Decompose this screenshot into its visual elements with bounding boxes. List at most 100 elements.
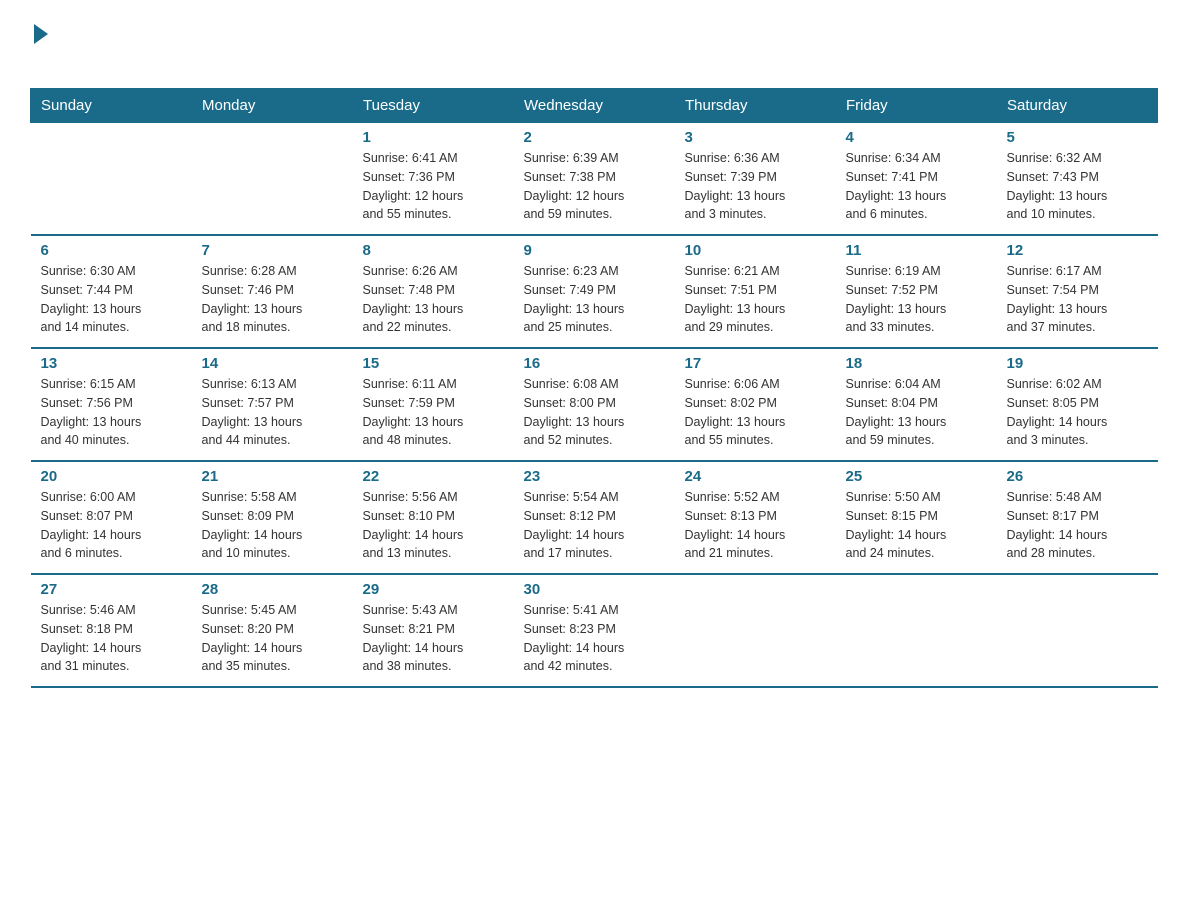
calendar-cell: 25Sunrise: 5:50 AMSunset: 8:15 PMDayligh… bbox=[836, 461, 997, 574]
calendar-cell: 9 Sunrise: 6:23 AMSunset: 7:49 PMDaylight… bbox=[514, 235, 675, 348]
day-of-week-header: Wednesday bbox=[514, 89, 675, 123]
day-info: Sunrise: 6:41 AMSunset: 7:36 PMDaylight:… bbox=[363, 149, 504, 224]
calendar-table: SundayMondayTuesdayWednesdayThursdayFrid… bbox=[30, 88, 1158, 688]
day-number: 12 bbox=[1007, 242, 1148, 259]
day-number: 21 bbox=[202, 468, 343, 485]
calendar-cell: 13 Sunrise: 6:15 AMSunset: 7:56 PMDayligh… bbox=[31, 348, 192, 461]
day-info: Sunrise: 6:30 AMSunset: 7:44 PMDaylight:… bbox=[41, 262, 182, 337]
calendar-cell: 6 Sunrise: 6:30 AMSunset: 7:44 PMDaylight… bbox=[31, 235, 192, 348]
calendar-cell: 26 Sunrise: 5:48 AMSunset: 8:17 PMDayligh… bbox=[997, 461, 1158, 574]
day-of-week-header: Thursday bbox=[675, 89, 836, 123]
calendar-week-row: 20 Sunrise: 6:00 AMSunset: 8:07 PMDayligh… bbox=[31, 461, 1158, 574]
day-info: Sunrise: 6:19 AMSunset: 7:52 PMDaylight:… bbox=[846, 262, 987, 337]
day-of-week-header: Tuesday bbox=[353, 89, 514, 123]
calendar-cell: 27 Sunrise: 5:46 AMSunset: 8:18 PMDayligh… bbox=[31, 574, 192, 687]
calendar-cell: 12 Sunrise: 6:17 AMSunset: 7:54 PMDayligh… bbox=[997, 235, 1158, 348]
calendar-cell bbox=[836, 574, 997, 687]
day-info: Sunrise: 6:39 AMSunset: 7:38 PMDaylight:… bbox=[524, 149, 665, 224]
day-number: 7 bbox=[202, 242, 343, 259]
day-number: 3 bbox=[685, 129, 826, 146]
day-info: Sunrise: 6:17 AMSunset: 7:54 PMDaylight:… bbox=[1007, 262, 1148, 337]
logo: General bbox=[30, 20, 134, 72]
day-number: 2 bbox=[524, 129, 665, 146]
day-number: 15 bbox=[363, 355, 504, 372]
day-of-week-header: Sunday bbox=[31, 89, 192, 123]
day-info: Sunrise: 5:54 AMSunset: 8:12 PMDaylight:… bbox=[524, 488, 665, 563]
day-number: 30 bbox=[524, 581, 665, 598]
day-number: 9 bbox=[524, 242, 665, 259]
day-info: Sunrise: 6:32 AMSunset: 7:43 PMDaylight:… bbox=[1007, 149, 1148, 224]
day-info: Sunrise: 5:45 AMSunset: 8:20 PMDaylight:… bbox=[202, 601, 343, 676]
page-header: General bbox=[30, 20, 1158, 72]
day-info: Sunrise: 6:28 AMSunset: 7:46 PMDaylight:… bbox=[202, 262, 343, 337]
calendar-cell: 7 Sunrise: 6:28 AMSunset: 7:46 PMDaylight… bbox=[192, 235, 353, 348]
day-info: Sunrise: 6:02 AMSunset: 8:05 PMDaylight:… bbox=[1007, 375, 1148, 450]
day-number: 22 bbox=[363, 468, 504, 485]
day-info: Sunrise: 5:52 AMSunset: 8:13 PMDaylight:… bbox=[685, 488, 826, 563]
calendar-cell bbox=[192, 123, 353, 236]
calendar-cell: 11 Sunrise: 6:19 AMSunset: 7:52 PMDayligh… bbox=[836, 235, 997, 348]
day-number: 20 bbox=[41, 468, 182, 485]
day-info: Sunrise: 6:23 AMSunset: 7:49 PMDaylight:… bbox=[524, 262, 665, 337]
day-info: Sunrise: 6:34 AMSunset: 7:41 PMDaylight:… bbox=[846, 149, 987, 224]
calendar-week-row: 1 Sunrise: 6:41 AMSunset: 7:36 PMDaylight… bbox=[31, 123, 1158, 236]
day-number: 18 bbox=[846, 355, 987, 372]
day-info: Sunrise: 6:04 AMSunset: 8:04 PMDaylight:… bbox=[846, 375, 987, 450]
calendar-cell: 3 Sunrise: 6:36 AMSunset: 7:39 PMDaylight… bbox=[675, 123, 836, 236]
day-info: Sunrise: 6:00 AMSunset: 8:07 PMDaylight:… bbox=[41, 488, 182, 563]
day-info: Sunrise: 6:15 AMSunset: 7:56 PMDaylight:… bbox=[41, 375, 182, 450]
day-info: Sunrise: 6:13 AMSunset: 7:57 PMDaylight:… bbox=[202, 375, 343, 450]
day-number: 6 bbox=[41, 242, 182, 259]
day-number: 24 bbox=[685, 468, 826, 485]
day-number: 10 bbox=[685, 242, 826, 259]
calendar-week-row: 6 Sunrise: 6:30 AMSunset: 7:44 PMDaylight… bbox=[31, 235, 1158, 348]
calendar-cell: 16Sunrise: 6:08 AMSunset: 8:00 PMDayligh… bbox=[514, 348, 675, 461]
day-of-week-header: Saturday bbox=[997, 89, 1158, 123]
calendar-cell: 5Sunrise: 6:32 AMSunset: 7:43 PMDaylight… bbox=[997, 123, 1158, 236]
day-of-week-header: Friday bbox=[836, 89, 997, 123]
calendar-week-row: 27 Sunrise: 5:46 AMSunset: 8:18 PMDayligh… bbox=[31, 574, 1158, 687]
calendar-cell: 28 Sunrise: 5:45 AMSunset: 8:20 PMDayligh… bbox=[192, 574, 353, 687]
calendar-cell bbox=[675, 574, 836, 687]
day-info: Sunrise: 5:46 AMSunset: 8:18 PMDaylight:… bbox=[41, 601, 182, 676]
day-of-week-header: Monday bbox=[192, 89, 353, 123]
day-info: Sunrise: 5:43 AMSunset: 8:21 PMDaylight:… bbox=[363, 601, 504, 676]
day-info: Sunrise: 5:56 AMSunset: 8:10 PMDaylight:… bbox=[363, 488, 504, 563]
calendar-cell: 4 Sunrise: 6:34 AMSunset: 7:41 PMDaylight… bbox=[836, 123, 997, 236]
calendar-cell: 29 Sunrise: 5:43 AMSunset: 8:21 PMDayligh… bbox=[353, 574, 514, 687]
day-info: Sunrise: 6:36 AMSunset: 7:39 PMDaylight:… bbox=[685, 149, 826, 224]
day-number: 19 bbox=[1007, 355, 1148, 372]
calendar-cell: 24 Sunrise: 5:52 AMSunset: 8:13 PMDayligh… bbox=[675, 461, 836, 574]
calendar-cell: 30 Sunrise: 5:41 AMSunset: 8:23 PMDayligh… bbox=[514, 574, 675, 687]
calendar-cell: 18 Sunrise: 6:04 AMSunset: 8:04 PMDayligh… bbox=[836, 348, 997, 461]
day-number: 17 bbox=[685, 355, 826, 372]
day-info: Sunrise: 6:26 AMSunset: 7:48 PMDaylight:… bbox=[363, 262, 504, 337]
day-number: 1 bbox=[363, 129, 504, 146]
calendar-cell bbox=[31, 123, 192, 236]
day-info: Sunrise: 5:48 AMSunset: 8:17 PMDaylight:… bbox=[1007, 488, 1148, 563]
calendar-week-row: 13 Sunrise: 6:15 AMSunset: 7:56 PMDayligh… bbox=[31, 348, 1158, 461]
day-number: 8 bbox=[363, 242, 504, 259]
day-info: Sunrise: 5:50 AMSunset: 8:15 PMDaylight:… bbox=[846, 488, 987, 563]
calendar-cell bbox=[997, 574, 1158, 687]
calendar-cell: 14 Sunrise: 6:13 AMSunset: 7:57 PMDayligh… bbox=[192, 348, 353, 461]
day-number: 4 bbox=[846, 129, 987, 146]
calendar-cell: 20 Sunrise: 6:00 AMSunset: 8:07 PMDayligh… bbox=[31, 461, 192, 574]
day-number: 28 bbox=[202, 581, 343, 598]
day-number: 29 bbox=[363, 581, 504, 598]
day-info: Sunrise: 6:08 AMSunset: 8:00 PMDaylight:… bbox=[524, 375, 665, 450]
day-number: 26 bbox=[1007, 468, 1148, 485]
day-info: Sunrise: 6:06 AMSunset: 8:02 PMDaylight:… bbox=[685, 375, 826, 450]
calendar-cell: 2 Sunrise: 6:39 AMSunset: 7:38 PMDaylight… bbox=[514, 123, 675, 236]
day-info: Sunrise: 6:21 AMSunset: 7:51 PMDaylight:… bbox=[685, 262, 826, 337]
calendar-cell: 23Sunrise: 5:54 AMSunset: 8:12 PMDayligh… bbox=[514, 461, 675, 574]
day-number: 27 bbox=[41, 581, 182, 598]
calendar-cell: 15Sunrise: 6:11 AMSunset: 7:59 PMDayligh… bbox=[353, 348, 514, 461]
day-number: 13 bbox=[41, 355, 182, 372]
day-info: Sunrise: 5:41 AMSunset: 8:23 PMDaylight:… bbox=[524, 601, 665, 676]
day-number: 14 bbox=[202, 355, 343, 372]
day-number: 11 bbox=[846, 242, 987, 259]
calendar-cell: 8 Sunrise: 6:26 AMSunset: 7:48 PMDaylight… bbox=[353, 235, 514, 348]
calendar-cell: 10 Sunrise: 6:21 AMSunset: 7:51 PMDayligh… bbox=[675, 235, 836, 348]
calendar-cell: 1 Sunrise: 6:41 AMSunset: 7:36 PMDaylight… bbox=[353, 123, 514, 236]
